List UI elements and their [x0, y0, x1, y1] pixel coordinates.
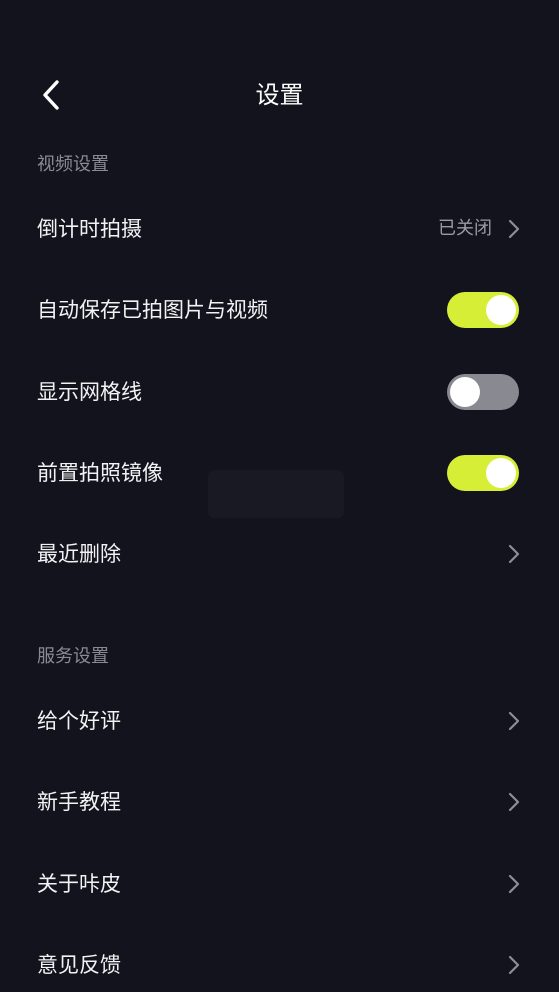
grid-row: 显示网格线	[0, 360, 559, 424]
toggle-knob	[450, 377, 480, 407]
chevron-right-icon	[507, 710, 521, 732]
tutorial-label: 新手教程	[37, 790, 121, 814]
chevron-right-icon	[507, 954, 521, 976]
settings-screen: 设置 视频设置 倒计时拍摄 已关闭 自动保存已拍图片与视频 显示网格线 前置拍照…	[0, 0, 559, 992]
about-row[interactable]: 关于咔皮	[0, 852, 559, 916]
section-title-service: 服务设置	[37, 646, 109, 667]
grid-toggle[interactable]	[447, 374, 519, 410]
countdown-label: 倒计时拍摄	[37, 217, 142, 241]
autosave-row: 自动保存已拍图片与视频	[0, 278, 559, 342]
grid-label: 显示网格线	[37, 380, 142, 404]
mirror-toggle[interactable]	[447, 455, 519, 491]
recent-deleted-label: 最近删除	[37, 542, 121, 566]
chevron-right-icon	[507, 218, 521, 240]
feedback-row[interactable]: 意见反馈	[0, 933, 559, 992]
feedback-label: 意见反馈	[37, 953, 121, 977]
page-title: 设置	[255, 81, 304, 109]
toggle-knob	[486, 458, 516, 488]
about-label: 关于咔皮	[37, 872, 121, 896]
autosave-toggle[interactable]	[447, 292, 519, 328]
header: 设置	[0, 60, 559, 132]
rate-row[interactable]: 给个好评	[0, 689, 559, 753]
chevron-right-icon	[507, 791, 521, 813]
faded-overlay	[208, 470, 344, 518]
toggle-knob	[486, 295, 516, 325]
autosave-label: 自动保存已拍图片与视频	[37, 298, 268, 322]
mirror-label: 前置拍照镜像	[37, 461, 163, 485]
countdown-value: 已关闭	[438, 218, 492, 239]
countdown-row[interactable]: 倒计时拍摄 已关闭	[0, 197, 559, 261]
recent-deleted-row[interactable]: 最近删除	[0, 522, 559, 586]
chevron-right-icon	[507, 543, 521, 565]
section-title-video: 视频设置	[37, 154, 109, 175]
tutorial-row[interactable]: 新手教程	[0, 770, 559, 834]
chevron-right-icon	[507, 873, 521, 895]
rate-label: 给个好评	[37, 709, 121, 733]
